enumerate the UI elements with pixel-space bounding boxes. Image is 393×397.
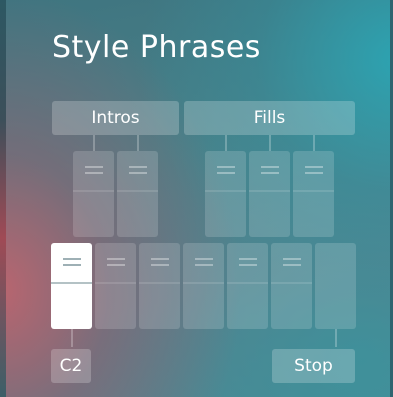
phrase-divider: [293, 190, 334, 192]
drag-handle-icon: [128, 166, 147, 174]
phrase-divider: [249, 190, 290, 192]
phrase-divider: [117, 190, 158, 192]
stop-key-connector: [335, 329, 337, 347]
phrase-divider: [183, 282, 224, 284]
stop-phrase-slot[interactable]: [315, 243, 356, 329]
phrase-divider: [73, 190, 114, 192]
fill-phrase-1[interactable]: [205, 151, 246, 237]
start-key-label: C2: [51, 349, 91, 383]
drag-handle-icon: [84, 166, 103, 174]
phrase-divider: [51, 282, 92, 284]
phrase-divider: [139, 282, 180, 284]
fill-phrase-3[interactable]: [293, 151, 334, 237]
drag-handle-icon: [260, 166, 279, 174]
fills-connector-2: [269, 135, 271, 151]
main-phrase-2[interactable]: [95, 243, 136, 329]
main-phrase-6[interactable]: [271, 243, 312, 329]
fill-phrase-2[interactable]: [249, 151, 290, 237]
drag-handle-icon: [282, 258, 301, 266]
drag-handle-icon: [106, 258, 125, 266]
intro-phrase-1[interactable]: [73, 151, 114, 237]
intros-connector-1: [93, 135, 95, 151]
drag-handle-icon: [304, 166, 323, 174]
drag-handle-icon: [62, 258, 81, 266]
phrase-divider: [227, 282, 268, 284]
start-key-connector: [71, 329, 73, 347]
fills-connector-3: [313, 135, 315, 151]
phrase-divider: [95, 282, 136, 284]
drag-handle-icon: [150, 258, 169, 266]
style-phrases-panel: Style Phrases Intros Fills C2 Stop: [0, 0, 393, 397]
main-phrase-3[interactable]: [139, 243, 180, 329]
intro-phrase-2[interactable]: [117, 151, 158, 237]
fills-connector-1: [225, 135, 227, 151]
panel-left-edge: [0, 0, 6, 397]
drag-handle-icon: [194, 258, 213, 266]
intros-connector-2: [137, 135, 139, 151]
panel-title: Style Phrases: [52, 30, 261, 65]
drag-handle-icon: [216, 166, 235, 174]
intros-group-label[interactable]: Intros: [52, 101, 179, 135]
stop-key-label[interactable]: Stop: [272, 349, 355, 383]
main-phrase-1-active[interactable]: [51, 243, 92, 329]
fills-group-label[interactable]: Fills: [184, 101, 355, 135]
main-phrase-5[interactable]: [227, 243, 268, 329]
main-phrase-4[interactable]: [183, 243, 224, 329]
phrase-divider: [271, 282, 312, 284]
drag-handle-icon: [238, 258, 257, 266]
phrase-divider: [205, 190, 246, 192]
